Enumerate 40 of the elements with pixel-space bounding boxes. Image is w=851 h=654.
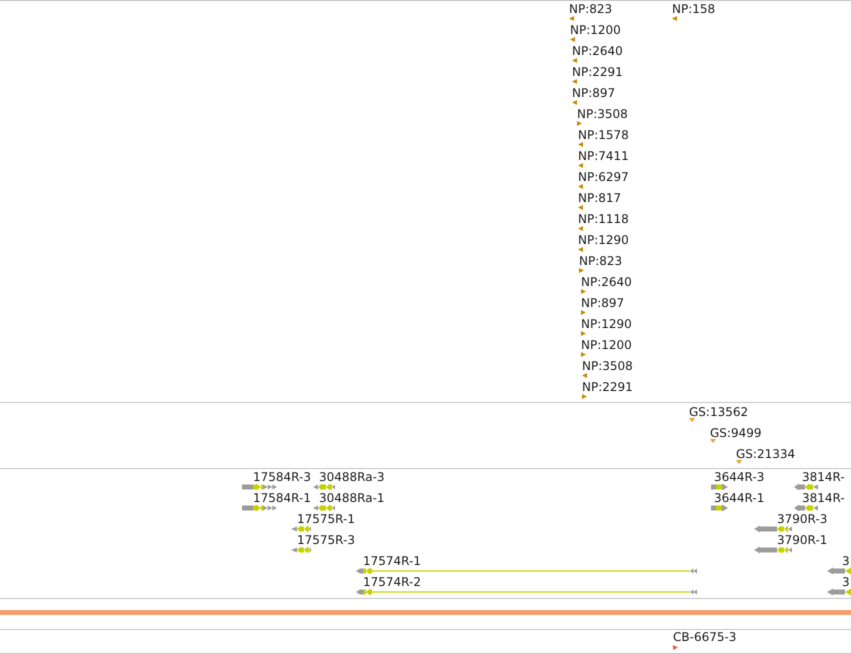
transcript-label: 3814R- [802,492,845,504]
feature-label: NP:897 [581,296,624,308]
feature-label: NP:2291 [572,66,623,78]
transcript-label: 17584R-3 [253,470,311,482]
feature-label: NP:158 [672,2,716,14]
feature-label: NP:3508 [577,108,628,120]
transcript-label: 17575R-1 [297,512,355,524]
transcript-label: 17584R-1 [253,492,311,504]
transcript-label: 3790R-3 [777,512,828,524]
transcript-label: 17575R-3 [297,534,355,546]
transcript-label: 17574R-2 [363,576,421,588]
transcript-label: 30488Ra-1 [319,492,385,504]
feature-label: NP:1200 [570,24,621,36]
transcript-label: 3790R-1 [777,534,828,546]
feature-label: NP:897 [572,86,616,98]
feature-label: NP:823 [569,2,612,14]
feature-label: NP:2640 [581,276,632,288]
transcript-label: 30488Ra-3 [319,470,385,482]
feature-label: NP:1290 [581,318,632,330]
feature-label: NP:817 [578,192,622,204]
feature-label: GS:21334 [736,448,796,460]
transcript-label: 3 [842,576,850,588]
feature-label: NP:1200 [581,338,632,350]
transcript-label: 3644R-1 [714,492,764,504]
feature-label: GS:9499 [710,426,762,438]
transcript-label: 3 [842,554,850,566]
feature-label: NP:6297 [578,170,629,182]
feature-label: NP:1290 [578,234,629,246]
transcript-label: 17574R-1 [363,554,421,566]
feature-label: NP:1578 [578,128,629,140]
feature-label: NP:823 [579,254,622,266]
feature-label: CB-6675-3 [673,631,736,644]
feature-label: NP:2291 [582,380,633,392]
feature-label: GS:13562 [689,406,748,418]
feature-label: NP:1118 [578,212,629,224]
feature-label: NP:2640 [572,44,623,56]
transcript-label: 3644R-3 [714,470,764,482]
transcript-label: 3814R- [802,470,845,482]
feature-label: NP:3508 [582,360,633,372]
feature-label: NP:7411 [578,150,629,162]
